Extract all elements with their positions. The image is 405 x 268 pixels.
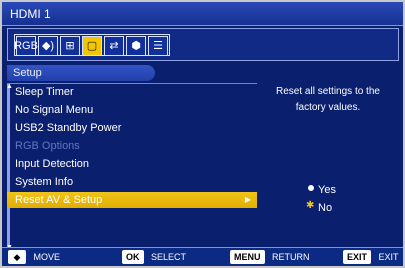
return-hint: MENU RETURN bbox=[230, 250, 310, 264]
menu-key: MENU bbox=[230, 250, 265, 264]
setup-icon[interactable]: ▢ bbox=[82, 36, 102, 56]
submenu-arrow-icon: ▶ bbox=[244, 195, 251, 204]
ok-key: OK bbox=[122, 250, 144, 264]
menu-item-input-detection[interactable]: Input Detection bbox=[7, 156, 257, 172]
move-hint: ◆ MOVE bbox=[8, 250, 60, 264]
audio-icon[interactable]: ◆) bbox=[38, 36, 58, 56]
move-label: MOVE bbox=[33, 252, 61, 262]
menu-item-reset-av-setup-label: Reset AV & Setup bbox=[15, 194, 103, 206]
section-title: Setup bbox=[7, 65, 155, 81]
exit-key: EXIT bbox=[343, 250, 372, 264]
option-yes-label: Yes bbox=[318, 184, 336, 196]
window-title: HDMI 1 bbox=[2, 2, 403, 26]
description-line-2: factory values. bbox=[295, 102, 361, 113]
tv-osd-frame: HDMI 1 RGB ◆) ⊞ ▢ ⇄ ⬢ ☰ Setup ▲ ▼ Sleep … bbox=[0, 0, 405, 268]
input-icon[interactable]: ⇄ bbox=[104, 36, 124, 56]
list-icon[interactable]: ☰ bbox=[148, 36, 168, 56]
menu-item-usb2-standby-power[interactable]: USB2 Standby Power bbox=[7, 120, 257, 136]
menu-item-sleep-timer[interactable]: Sleep Timer bbox=[7, 84, 257, 100]
option-no[interactable]: ✱ No bbox=[306, 200, 333, 214]
grid-icon[interactable]: ⊞ bbox=[60, 36, 80, 56]
rgb-icon[interactable]: RGB bbox=[14, 36, 38, 56]
no-selected-star-icon: ✱ bbox=[306, 200, 315, 211]
option-yes[interactable]: Yes bbox=[308, 184, 336, 196]
menu-tab-strip: RGB ◆) ⊞ ▢ ⇄ ⬢ ☰ bbox=[14, 34, 170, 56]
select-label: SELECT bbox=[151, 252, 187, 262]
return-label: RETURN bbox=[272, 252, 310, 262]
footer-hints: ◆ MOVE OK SELECT MENU RETURN EXIT EXIT bbox=[2, 247, 403, 266]
option-no-label: No bbox=[318, 202, 333, 214]
exit-label: EXIT bbox=[378, 252, 399, 262]
menu-item-reset-av-setup[interactable]: Reset AV & Setup ▶ bbox=[7, 192, 257, 208]
menu-item-no-signal-menu[interactable]: No Signal Menu bbox=[7, 102, 257, 118]
exit-hint: EXIT EXIT bbox=[343, 250, 399, 264]
menu-item-system-info[interactable]: System Info bbox=[7, 174, 257, 190]
move-arrow-icon: ◆ bbox=[8, 250, 26, 264]
select-hint: OK SELECT bbox=[122, 250, 186, 264]
hexagon-icon[interactable]: ⬢ bbox=[126, 36, 146, 56]
top-icon-row: RGB ◆) ⊞ ▢ ⇄ ⬢ ☰ bbox=[7, 28, 399, 61]
settings-menu: Sleep Timer No Signal Menu USB2 Standby … bbox=[7, 83, 257, 251]
menu-item-rgb-options: RGB Options bbox=[15, 140, 80, 152]
help-description: Reset all settings to the factory values… bbox=[257, 78, 399, 251]
description-line-1: Reset all settings to the bbox=[276, 86, 380, 97]
yes-bullet-icon bbox=[308, 185, 314, 191]
